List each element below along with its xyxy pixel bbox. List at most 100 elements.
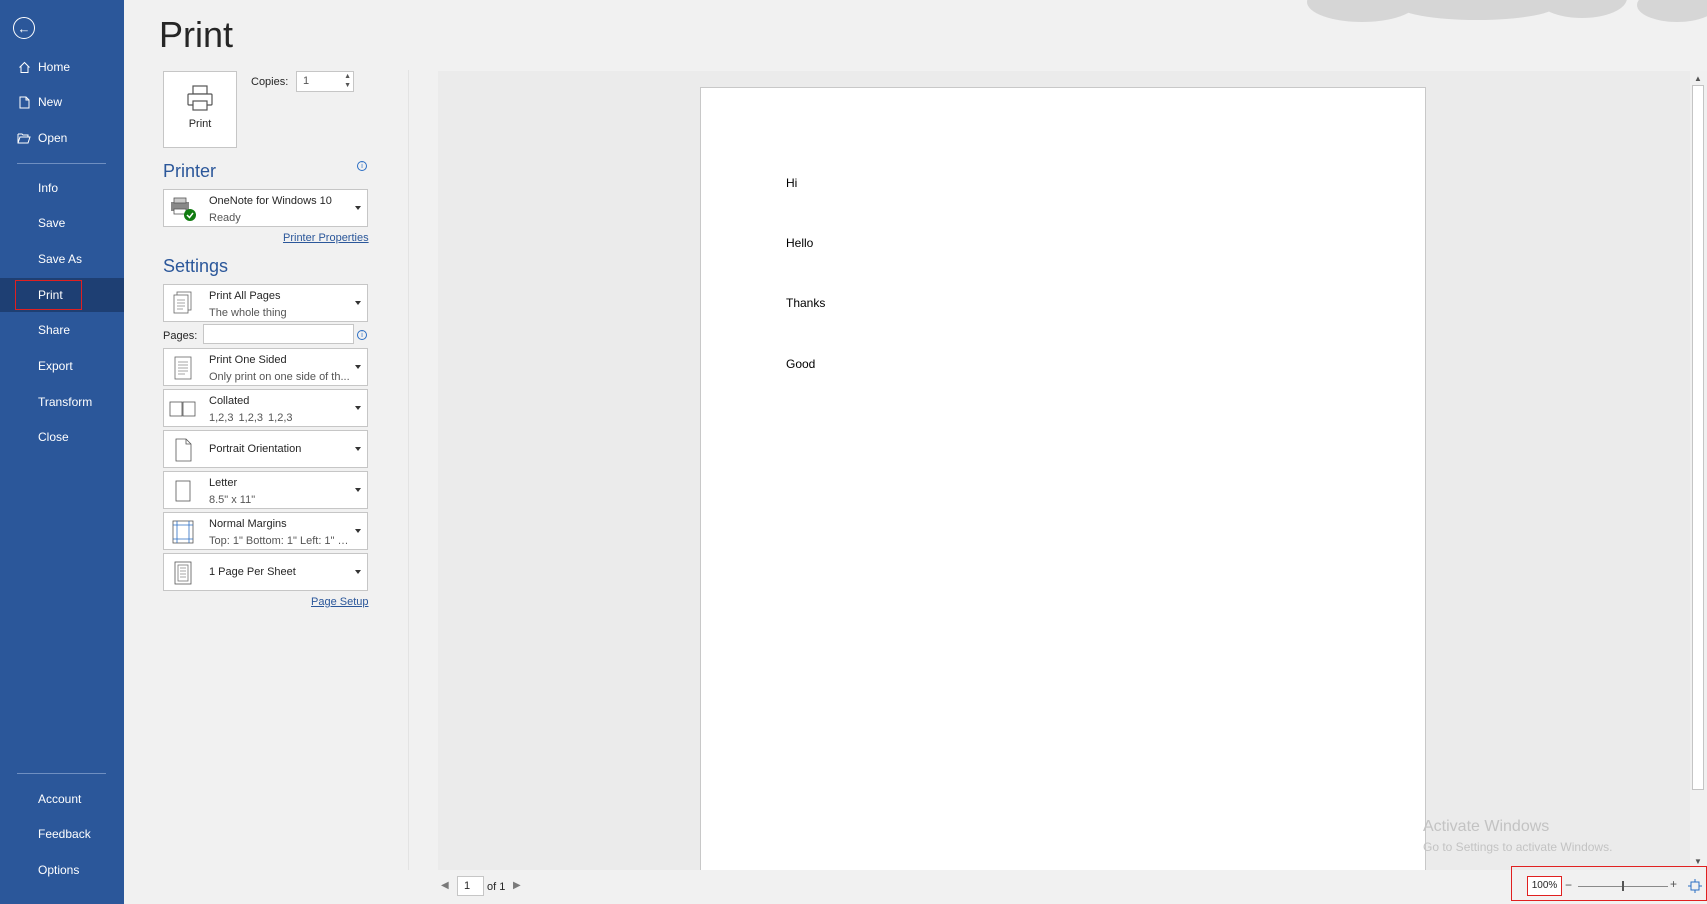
- chevron-down-icon: [355, 301, 361, 305]
- zoom-slider-handle[interactable]: [1622, 881, 1624, 891]
- dropdown-line2: Only print on one side of th...: [209, 371, 350, 383]
- pages-input[interactable]: [203, 324, 354, 344]
- print-range-dropdown[interactable]: Print All Pages The whole thing: [163, 284, 368, 322]
- document-text-line: Good: [786, 357, 816, 371]
- page-setup-link[interactable]: Page Setup: [311, 596, 369, 608]
- sidebar-item-transform[interactable]: Transform: [0, 385, 124, 419]
- chevron-down-icon: [355, 447, 361, 451]
- sidebar-item-save-as[interactable]: Save As: [0, 242, 124, 276]
- backstage-sidebar: ← Home New Open Info Save Save As Print …: [0, 0, 124, 904]
- page-title: Print: [159, 14, 234, 55]
- scroll-up-icon[interactable]: ▲: [1694, 74, 1702, 83]
- activation-watermark-title: Activate Windows: [1423, 818, 1550, 835]
- dropdown-line2: 1,2,3 1,2,3 1,2,3: [209, 412, 293, 424]
- bottom-status-bar: [124, 870, 1707, 904]
- sidebar-item-label: New: [38, 95, 63, 109]
- page-count-label: of 1: [487, 881, 506, 893]
- printer-name: OneNote for Windows 10: [209, 195, 332, 207]
- sidebar-item-feedback[interactable]: Feedback: [0, 817, 124, 851]
- new-document-icon: [17, 95, 31, 109]
- page-number-value: 1: [464, 880, 471, 892]
- sidebar-item-label: Close: [38, 430, 69, 444]
- chevron-down-icon: [355, 488, 361, 492]
- print-button[interactable]: Print: [163, 71, 237, 148]
- portrait-icon: [175, 438, 192, 462]
- scrollbar-thumb[interactable]: [1692, 85, 1704, 790]
- sidebar-item-new[interactable]: New: [0, 85, 124, 119]
- sidebar-item-label: Print: [38, 288, 63, 302]
- chevron-down-icon: [355, 206, 361, 210]
- sidebar-item-label: Home: [38, 60, 71, 74]
- header-decoration: [1267, 0, 1707, 26]
- margins-icon: [172, 520, 194, 544]
- paper-size-dropdown[interactable]: Letter 8.5" x 11": [163, 471, 368, 509]
- previous-page-icon[interactable]: ◀: [441, 880, 449, 891]
- collation-dropdown[interactable]: Collated 1,2,3 1,2,3 1,2,3: [163, 389, 368, 427]
- scroll-down-icon[interactable]: ▼: [1694, 857, 1702, 866]
- sidebar-item-open[interactable]: Open: [0, 121, 124, 155]
- pages-icon: [173, 291, 192, 314]
- copies-label: Copies:: [251, 76, 289, 88]
- zoom-in-button[interactable]: +: [1670, 877, 1677, 891]
- back-arrow-icon[interactable]: ←: [13, 17, 35, 39]
- margins-dropdown[interactable]: Normal Margins Top: 1" Bottom: 1" Left: …: [163, 512, 368, 550]
- dropdown-line1: Portrait Orientation: [209, 443, 302, 455]
- settings-heading: Settings: [163, 256, 229, 276]
- sidebar-item-label: Export: [38, 359, 73, 373]
- printer-icon: [187, 85, 213, 111]
- page-number-input[interactable]: 1: [457, 876, 484, 896]
- stepper-arrows-icon[interactable]: ▲ ▼: [344, 72, 351, 90]
- zoom-out-button[interactable]: −: [1565, 878, 1572, 892]
- dropdown-line1: Normal Margins: [209, 518, 287, 530]
- sidebar-item-share[interactable]: Share: [0, 313, 124, 347]
- sidebar-divider: [17, 773, 106, 774]
- printer-heading: Printer: [163, 161, 217, 181]
- sidebar-item-export[interactable]: Export: [0, 349, 124, 383]
- dropdown-line1: Print One Sided: [209, 354, 287, 366]
- document-text-line: Hi: [786, 176, 798, 190]
- document-text-line: Thanks: [786, 296, 826, 310]
- sides-dropdown[interactable]: Print One Sided Only print on one side o…: [163, 348, 368, 386]
- sidebar-item-save[interactable]: Save: [0, 206, 124, 240]
- sidebar-item-options[interactable]: Options: [0, 853, 124, 887]
- zoom-to-page-icon[interactable]: [1688, 879, 1702, 893]
- sidebar-item-label: Open: [38, 131, 68, 145]
- orientation-dropdown[interactable]: Portrait Orientation: [163, 430, 368, 468]
- printer-ready-icon: [171, 197, 196, 221]
- pages-per-sheet-icon: [174, 561, 192, 585]
- sidebar-item-close[interactable]: Close: [0, 420, 124, 454]
- copies-stepper[interactable]: 1 ▲ ▼: [296, 71, 354, 92]
- sidebar-divider: [17, 163, 106, 164]
- sidebar-item-account[interactable]: Account: [0, 782, 124, 816]
- info-icon[interactable]: i: [357, 330, 367, 340]
- next-page-icon[interactable]: ▶: [513, 880, 521, 891]
- chevron-down-icon: [355, 570, 361, 574]
- sidebar-item-label: Account: [38, 792, 82, 806]
- printer-status: Ready: [209, 212, 241, 224]
- sidebar-item-label: Save As: [38, 252, 83, 266]
- preview-page: Hi Hello Thanks Good: [700, 87, 1426, 872]
- chevron-down-icon: [355, 529, 361, 533]
- collated-icon: [169, 401, 196, 417]
- sidebar-item-info[interactable]: Info: [0, 171, 124, 205]
- preview-scrollbar[interactable]: ▲ ▼: [1690, 71, 1707, 870]
- info-icon[interactable]: i: [357, 161, 367, 171]
- printer-dropdown[interactable]: OneNote for Windows 10 Ready: [163, 189, 368, 227]
- dropdown-line1: Print All Pages: [209, 290, 281, 302]
- copies-value: 1: [303, 75, 310, 87]
- pages-label: Pages:: [163, 330, 198, 342]
- sidebar-item-home[interactable]: Home: [0, 50, 124, 84]
- dropdown-line1: Collated: [209, 395, 250, 407]
- sidebar-item-print[interactable]: Print: [0, 278, 124, 312]
- zoom-percent[interactable]: 100%: [1527, 876, 1562, 896]
- sidebar-item-label: Transform: [38, 395, 93, 409]
- sidebar-item-label: Feedback: [38, 827, 91, 841]
- paper-size-icon: [175, 480, 191, 502]
- home-icon: [17, 60, 31, 74]
- printer-properties-link[interactable]: Printer Properties: [283, 232, 369, 244]
- pages-per-sheet-dropdown[interactable]: 1 Page Per Sheet: [163, 553, 368, 591]
- sidebar-item-label: Share: [38, 323, 71, 337]
- print-button-label: Print: [188, 118, 212, 130]
- chevron-down-icon: [355, 365, 361, 369]
- document-text-line: Hello: [786, 236, 814, 250]
